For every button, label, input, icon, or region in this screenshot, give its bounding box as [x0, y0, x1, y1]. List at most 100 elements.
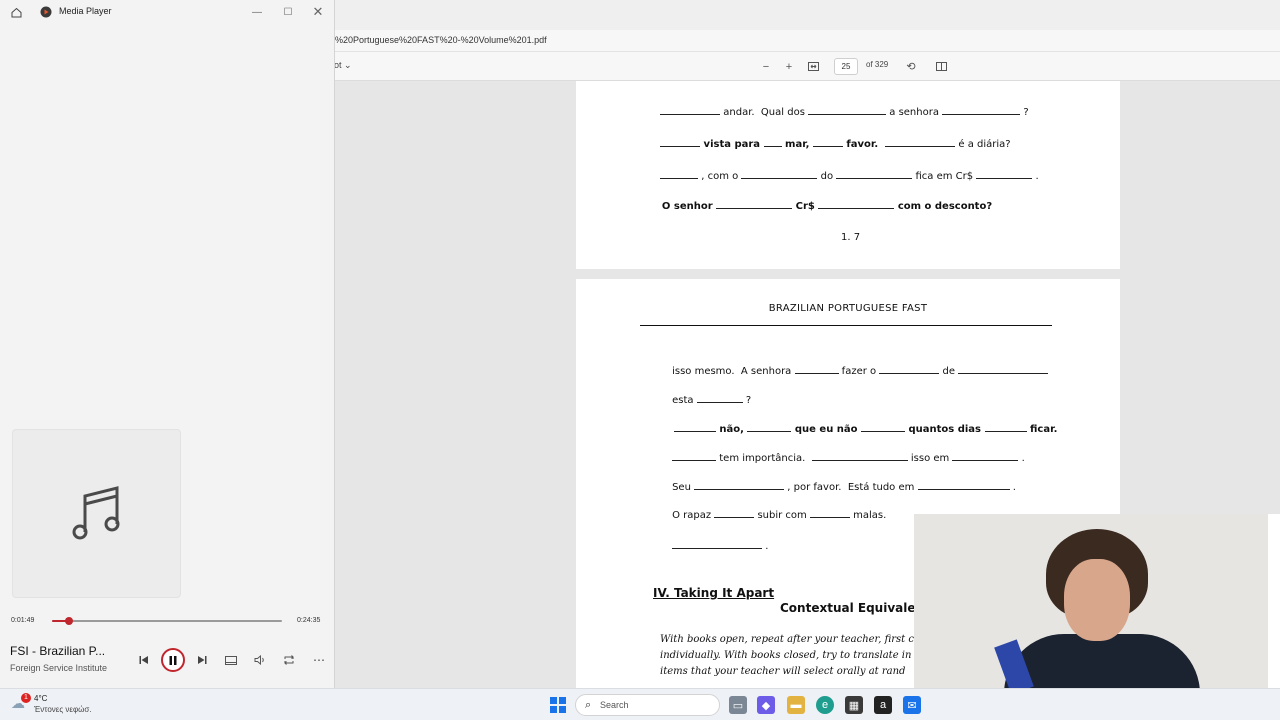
fill-blank [976, 170, 1033, 179]
webcam-overlay [914, 514, 1280, 688]
rotate-icon[interactable]: ⟲ [903, 52, 919, 81]
exercise-text: O senhor [661, 201, 717, 212]
exercise-text: não, [715, 424, 748, 435]
windows-logo-pane [550, 697, 557, 704]
fill-blank [660, 170, 699, 179]
search-icon: ⌕ [585, 699, 592, 711]
fill-blank [672, 452, 717, 461]
fill-blank [861, 423, 906, 432]
fill-blank [958, 365, 1049, 374]
book-title: BRAZILIAN PORTUGUESE FAST [768, 303, 928, 314]
media-player-titlebar: Media Player — ☐ ✕ [0, 0, 334, 24]
exercise-text: é a diária? [955, 139, 1011, 150]
seek-bar[interactable] [52, 617, 282, 625]
close-icon[interactable]: ✕ [309, 3, 327, 21]
taskbar: ☁ 1 4°C Έντονες νεφώσ. ⌕ Search ▭ ◆ ▬ e … [0, 688, 1280, 720]
exercise-text: favor. [842, 139, 886, 150]
album-art [12, 429, 181, 598]
exercise-text: . [1018, 453, 1025, 464]
exercise-text: isso em [907, 453, 953, 464]
fill-blank [694, 481, 785, 490]
task-view-icon[interactable]: ▭ [729, 696, 747, 714]
weather-temperature[interactable]: 4°C [34, 694, 47, 703]
fill-blank [836, 170, 913, 179]
fill-blank [660, 138, 701, 147]
exercise-line: andar. Qual dos a senhora ? [641, 95, 1029, 129]
edge-browser-icon[interactable]: e [816, 696, 834, 714]
microsoft-store-icon[interactable]: ▦ [845, 696, 863, 714]
draw-label: ot [334, 60, 342, 70]
exercise-text: andar. Qual dos [720, 107, 809, 118]
exercise-text: , com o [698, 171, 742, 182]
draw-dropdown[interactable]: ot ⌄ [334, 60, 352, 71]
file-explorer-icon[interactable]: ▬ [787, 696, 805, 714]
weather-description[interactable]: Έντονες νεφώσ. [34, 705, 92, 714]
previous-icon[interactable] [134, 650, 154, 670]
instruction-line: individually. With books closed, try to … [660, 650, 912, 661]
exercise-text: isso mesmo. A senhora [672, 366, 795, 377]
exercise-text: Cr$ [792, 201, 819, 212]
fill-blank [696, 394, 743, 403]
title-rule [640, 325, 1052, 326]
exercise-text: com o desconto? [894, 201, 993, 212]
exercise-line: . [653, 529, 768, 563]
fill-blank [879, 365, 940, 374]
page-number-input[interactable]: 25 [834, 58, 858, 75]
fill-blank [885, 138, 956, 147]
exercise-text: esta [672, 395, 697, 406]
exercise-text: ? [1020, 107, 1029, 118]
fill-blank [952, 452, 1019, 461]
fit-page-icon[interactable] [805, 52, 821, 81]
fill-blank [917, 481, 1010, 490]
more-icon[interactable]: ⋯ [309, 650, 329, 670]
exercise-text: ? [742, 395, 752, 406]
webcam-background [1268, 514, 1280, 688]
exercise-text: fazer o [838, 366, 880, 377]
fill-blank [812, 138, 843, 147]
pause-icon[interactable] [161, 648, 185, 672]
taskbar-app-icon[interactable]: ✉ [903, 696, 921, 714]
minimize-icon[interactable]: — [248, 3, 266, 21]
time-current: 0:01:49 [11, 617, 35, 624]
webcam-person-body [1004, 634, 1200, 688]
amazon-icon[interactable]: a [874, 696, 892, 714]
volume-icon[interactable] [250, 650, 270, 670]
zoom-out-icon[interactable]: − [758, 52, 774, 81]
zoom-in-icon[interactable]: + [781, 52, 797, 81]
track-artist[interactable]: Foreign Service Institute [10, 663, 107, 673]
exercise-text: malas. [849, 510, 887, 521]
fill-blank [808, 106, 887, 115]
next-icon[interactable] [192, 650, 212, 670]
seek-thumb[interactable] [64, 617, 73, 625]
windows-logo-pane [559, 706, 566, 713]
webcam-person-face [1064, 559, 1130, 641]
page-view-icon[interactable] [933, 52, 949, 81]
exercise-text: tem importância. [716, 453, 812, 464]
start-button[interactable] [550, 697, 566, 713]
page-count: of 329 [866, 60, 889, 69]
exercise-text: . [1032, 171, 1039, 182]
windows-logo-pane [559, 697, 566, 704]
exercise-text: subir com [754, 510, 810, 521]
repeat-icon[interactable] [279, 650, 299, 670]
taskbar-search[interactable]: ⌕ Search [575, 694, 720, 716]
fill-blank [716, 200, 793, 209]
miniplayer-icon[interactable] [221, 650, 241, 670]
media-player-logo-icon [37, 3, 55, 21]
maximize-icon[interactable]: ☐ [279, 3, 297, 21]
copilot-icon[interactable]: ◆ [757, 696, 775, 714]
music-note-icon [71, 482, 123, 545]
fill-blank [747, 423, 792, 432]
exercise-text: quantos dias [905, 424, 985, 435]
fill-blank [660, 106, 721, 115]
section-heading: IV. Taking It Apart [653, 586, 775, 600]
exercise-text: vista para [700, 139, 764, 150]
home-icon[interactable] [7, 3, 25, 21]
pdf-page: andar. Qual dos a senhora ? vista para m… [576, 81, 1120, 269]
address-url[interactable]: %20Portuguese%20FAST%20-%20Volume%201.pd… [335, 35, 547, 45]
track-title[interactable]: FSI - Brazilian P... [10, 644, 105, 658]
exercise-line: O rapaz subir com malas. [653, 498, 886, 532]
exercise-text: do [817, 171, 837, 182]
fill-blank [714, 509, 755, 518]
fill-blank [942, 106, 1021, 115]
